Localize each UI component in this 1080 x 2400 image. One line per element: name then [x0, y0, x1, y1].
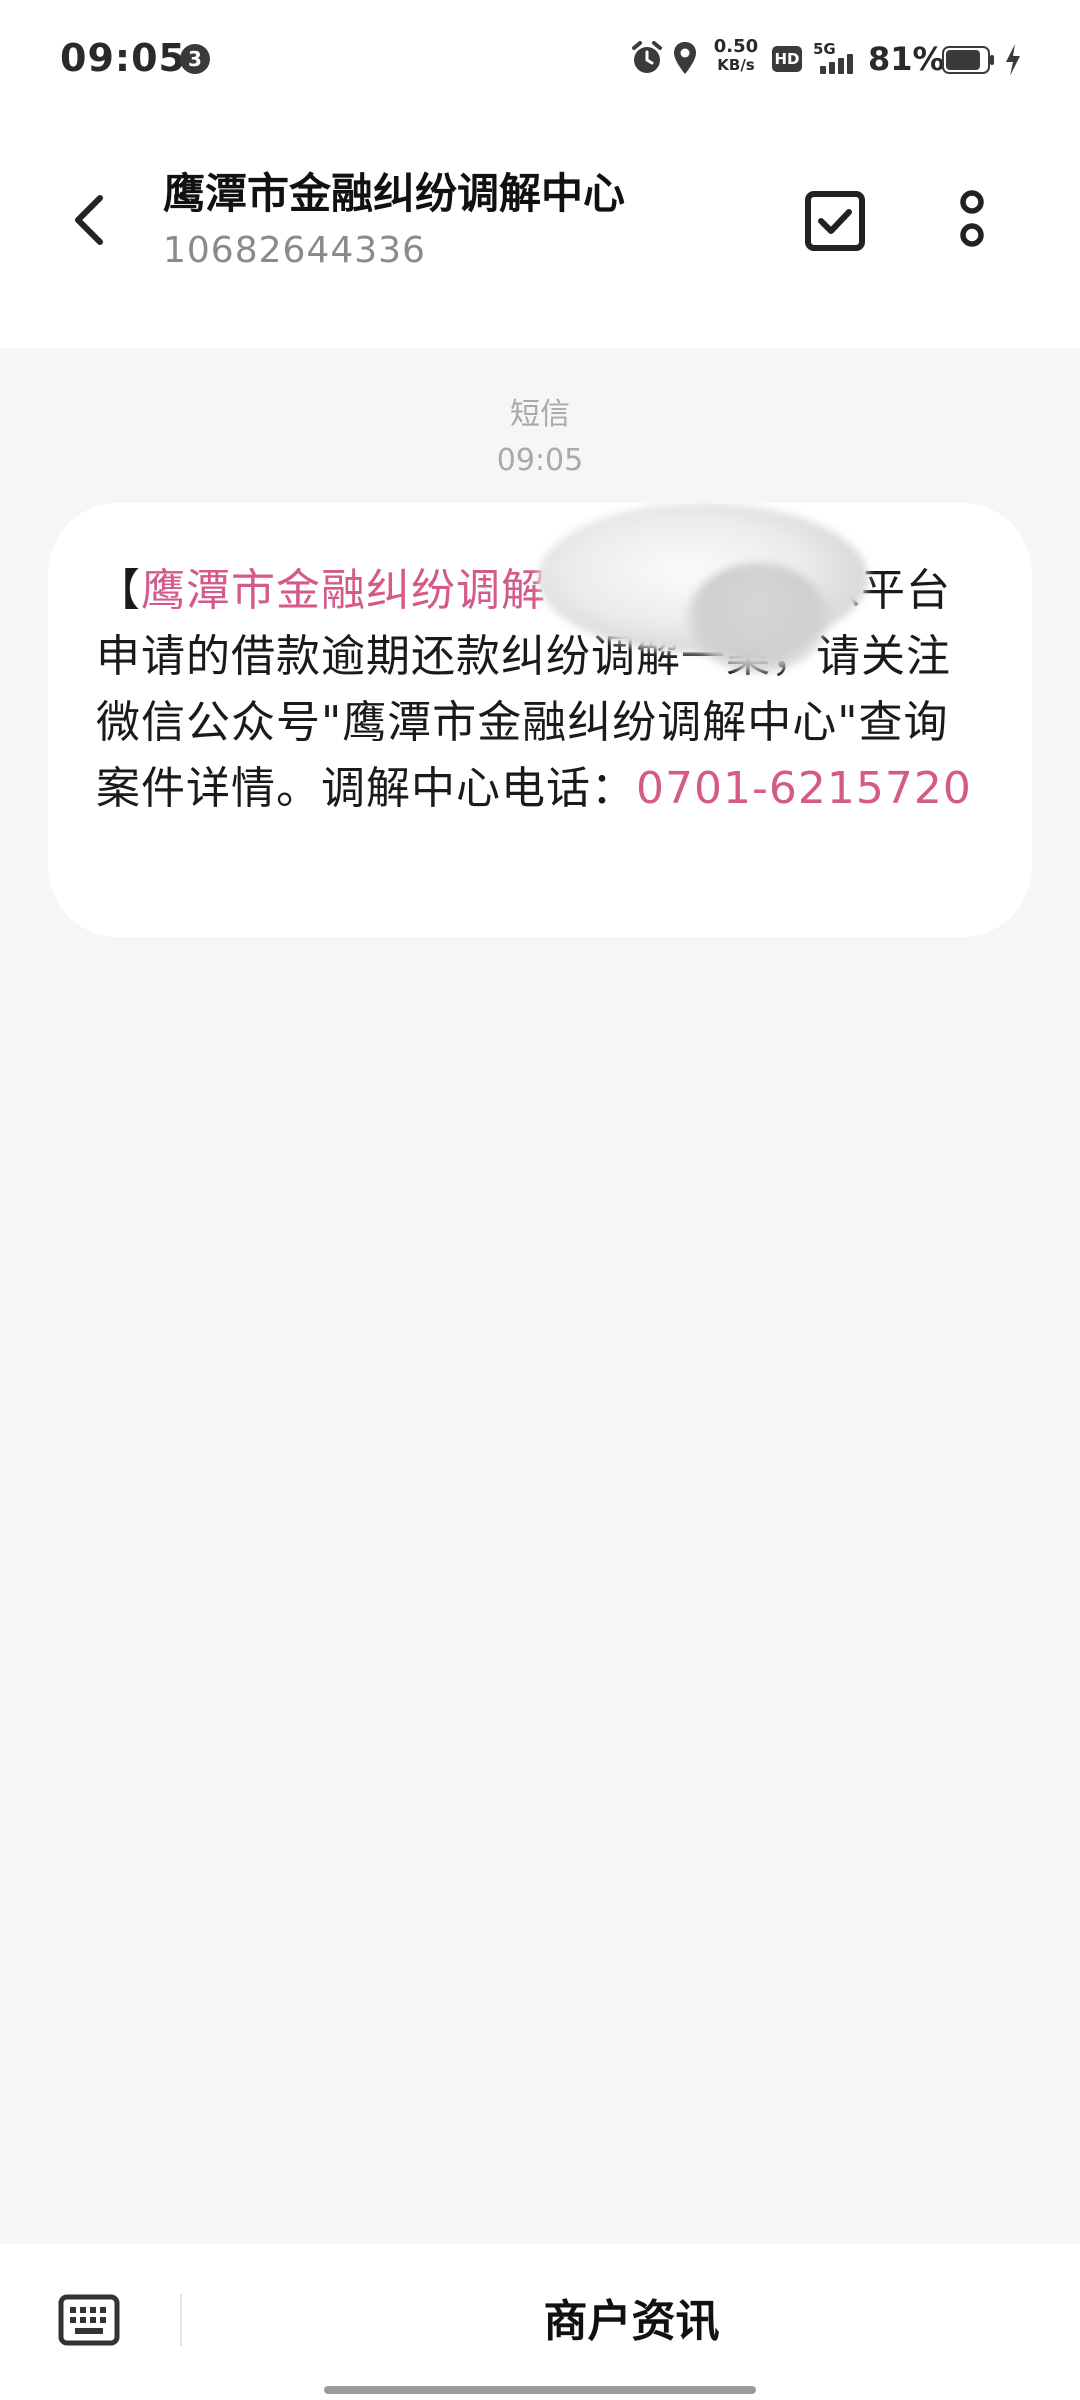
bottom-bar: 商户资讯: [0, 2244, 1080, 2400]
keyboard-button[interactable]: [58, 2294, 120, 2346]
message-timestamp: 09:05: [496, 443, 584, 478]
sms-conversation-screen: 09:05 3 0.50 KB/s HD 5G 81% 鹰潭市金融纠纷调解中心 …: [0, 0, 1080, 2400]
status-time: 09:05: [60, 36, 186, 80]
merchant-info-menu[interactable]: 商户资讯: [183, 2244, 1080, 2400]
select-messages-button[interactable]: [804, 190, 866, 252]
more-options-button[interactable]: [950, 190, 994, 254]
phone-number-link[interactable]: 0701-6215720: [636, 763, 972, 814]
contact-number[interactable]: 10682644336: [163, 230, 426, 271]
status-bar: 09:05 3 0.50 KB/s HD 5G 81%: [0, 0, 1080, 120]
back-icon: [75, 195, 103, 245]
back-button[interactable]: [60, 184, 120, 256]
home-indicator[interactable]: [324, 2386, 756, 2394]
location-icon: [674, 42, 696, 74]
message-meta: 短信 09:05: [0, 392, 1080, 484]
message-bubble[interactable]: 【鹰潭市金融纠纷调解于你通过分期乐平台申请的借款逾期还款纠纷调解一案，请关注微信…: [48, 503, 1032, 937]
message-open-bracket: 【: [96, 565, 141, 616]
hd-badge: HD: [772, 46, 802, 72]
sender-name-link[interactable]: 鹰潭市金融纠纷调解: [141, 565, 546, 616]
bottom-bar-divider: [180, 2294, 182, 2346]
redaction-smudge-shadow: [688, 563, 828, 673]
network-speed: 0.50 KB/s: [708, 36, 764, 75]
keyboard-icon: [58, 2294, 120, 2346]
channel-label: 短信: [510, 397, 570, 432]
signal-icon: [820, 54, 853, 74]
alarm-icon: [632, 41, 662, 73]
battery-percentage: 81%: [868, 40, 945, 78]
network-speed-value: 0.50: [713, 36, 759, 57]
battery-icon: [942, 46, 994, 74]
notification-count-badge: 3: [180, 44, 210, 74]
select-check-icon: [805, 191, 865, 251]
network-speed-unit: KB/s: [717, 56, 755, 74]
charging-icon: [1006, 44, 1020, 76]
conversation-header: 鹰潭市金融纠纷调解中心 10682644336: [0, 120, 1080, 348]
contact-name: 鹰潭市金融纠纷调解中心: [163, 169, 626, 218]
more-vertical-icon: [960, 190, 984, 247]
